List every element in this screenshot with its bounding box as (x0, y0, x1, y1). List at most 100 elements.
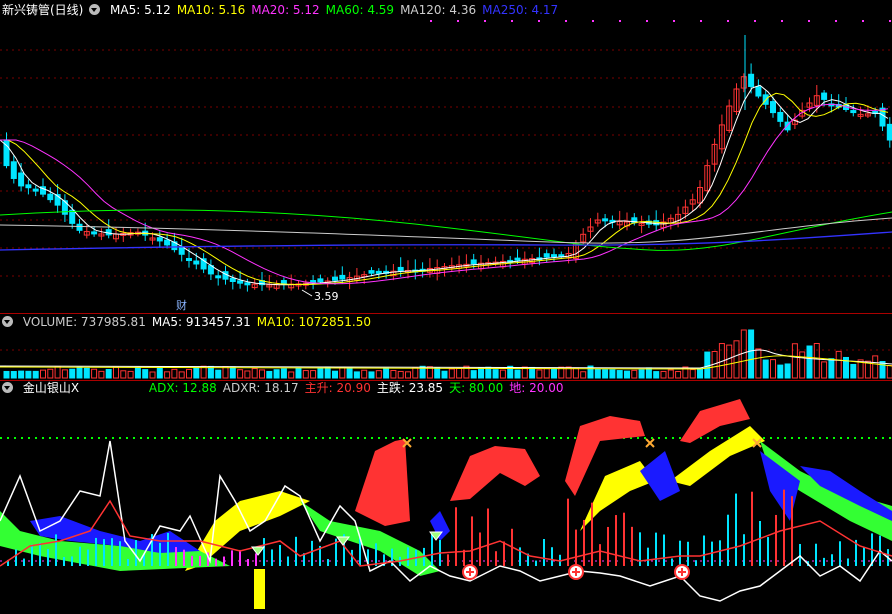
volume-bar (383, 367, 390, 379)
ma120-line (0, 217, 892, 244)
volume-panel[interactable]: VOLUME: 737985.81 MA5: 913457.31 MA10: 107… (0, 314, 892, 380)
candle-body (755, 86, 762, 97)
ma-legend-item: MA10: 5.16 (176, 3, 246, 17)
indicator-legend-item: ADXR: 18.17 (222, 381, 299, 395)
volume-bar (186, 368, 192, 379)
volume-bar (25, 370, 32, 379)
volume-bar (353, 371, 360, 379)
volume-bar (499, 369, 506, 379)
earnings-marker[interactable]: 财 (176, 297, 187, 313)
volume-legend-item: MA5: 913457.31 (151, 315, 251, 329)
volume-bar (470, 370, 477, 379)
marker-dot (538, 20, 540, 22)
marker-dot (835, 20, 837, 22)
volume-bar (784, 363, 791, 379)
volume-bar (32, 370, 39, 379)
volume-bar (215, 369, 222, 379)
diamond-signal-icon (251, 546, 265, 556)
volume-bar (478, 367, 484, 379)
candle-body (339, 274, 346, 280)
volume-bar (770, 359, 776, 379)
candle-body (10, 161, 17, 179)
volume-bar (207, 365, 214, 379)
volume-bar (266, 370, 273, 379)
volume-bar (193, 366, 200, 379)
volume-bar (91, 368, 98, 379)
volume-bar (324, 366, 331, 379)
ma10-line (0, 92, 889, 285)
volume-bar (748, 329, 755, 379)
volume-bar (171, 368, 178, 379)
ma250-line (0, 231, 892, 251)
indicator-legend: ADX: 12.88 ADXR: 18.17 主升: 20.90 主跌: 23.85 天… (149, 381, 570, 395)
volume-bar (375, 370, 382, 379)
marker-dot (592, 20, 594, 22)
dropdown-icon[interactable] (89, 4, 101, 15)
candle-body (69, 209, 76, 224)
candle-body (602, 218, 609, 222)
marker-dot (673, 20, 675, 22)
volume-bar (10, 371, 17, 379)
candle-body (368, 270, 375, 274)
volume-bar (273, 369, 280, 379)
volume-bar (689, 369, 696, 379)
volume-bar (156, 367, 163, 379)
volume-bar (113, 366, 119, 379)
volume-bar (821, 361, 828, 379)
volume-bar (653, 371, 660, 379)
volume-bar (675, 371, 682, 379)
volume-bar (813, 343, 820, 379)
volume-bar (872, 355, 879, 379)
indicator-title: 金山银山X (22, 381, 80, 395)
volume-bar (280, 368, 287, 379)
marker-dot (781, 20, 783, 22)
candle-body (770, 101, 776, 114)
candle-body (156, 237, 163, 242)
volume-bar (339, 367, 346, 379)
stock-title: 新兴铸管(日线) (2, 3, 84, 17)
volume-bar (645, 367, 652, 379)
volume-bar (40, 369, 46, 379)
volume-legend-item: MA10: 1072851.50 (256, 315, 371, 329)
volume-bar (120, 370, 127, 379)
volume-bar (624, 370, 630, 379)
volume-bar (609, 369, 616, 379)
indicator-panel[interactable]: 金山银山X ADX: 12.88 ADXR: 18.17 主升: 20.90 主跌: … (0, 381, 892, 614)
candle-body (193, 260, 200, 265)
candle-body (164, 239, 171, 246)
volume-bar (697, 367, 703, 379)
volume-bar (456, 368, 463, 379)
candle-body (18, 172, 25, 187)
ma-legend-item: MA60: 4.59 (325, 3, 395, 17)
ma-legend-item: MA20: 5.12 (251, 3, 320, 17)
volume-bar (164, 371, 171, 379)
candle-body (76, 223, 83, 231)
low-pointer (301, 289, 313, 297)
candle-body (748, 73, 755, 87)
marker-dot (700, 20, 702, 22)
volume-bar (18, 370, 25, 379)
candle-body (317, 278, 324, 283)
price-panel[interactable]: 新兴铸管(日线) MA5: 5.12 MA10: 5.16 MA20: 5.12 MA… (0, 0, 892, 313)
volume-header: VOLUME: 737985.81 MA5: 913457.31 MA10: 107… (2, 315, 383, 329)
dropdown-icon[interactable] (2, 316, 13, 327)
marker-dot (646, 20, 648, 22)
indicator-legend-item: ADX: 12.88 (148, 381, 217, 395)
volume-bar (667, 369, 674, 379)
dropdown-icon[interactable] (2, 382, 13, 393)
marker-dot (808, 20, 810, 22)
candlestick-chart[interactable] (0, 0, 892, 313)
volume-bar (105, 368, 112, 379)
volume-bar (835, 350, 842, 379)
candle-body (777, 111, 784, 122)
volume-bar (850, 363, 857, 379)
candle-body (244, 282, 251, 286)
volume-bar (259, 369, 265, 379)
volume-bar (295, 367, 302, 379)
ma-legend-item: MA250: 4.17 (482, 3, 559, 17)
volume-bar (441, 370, 448, 379)
volume-bar (434, 367, 441, 379)
indicator-chart[interactable] (0, 381, 892, 614)
volume-bar (83, 367, 90, 379)
candle-body (105, 229, 112, 236)
